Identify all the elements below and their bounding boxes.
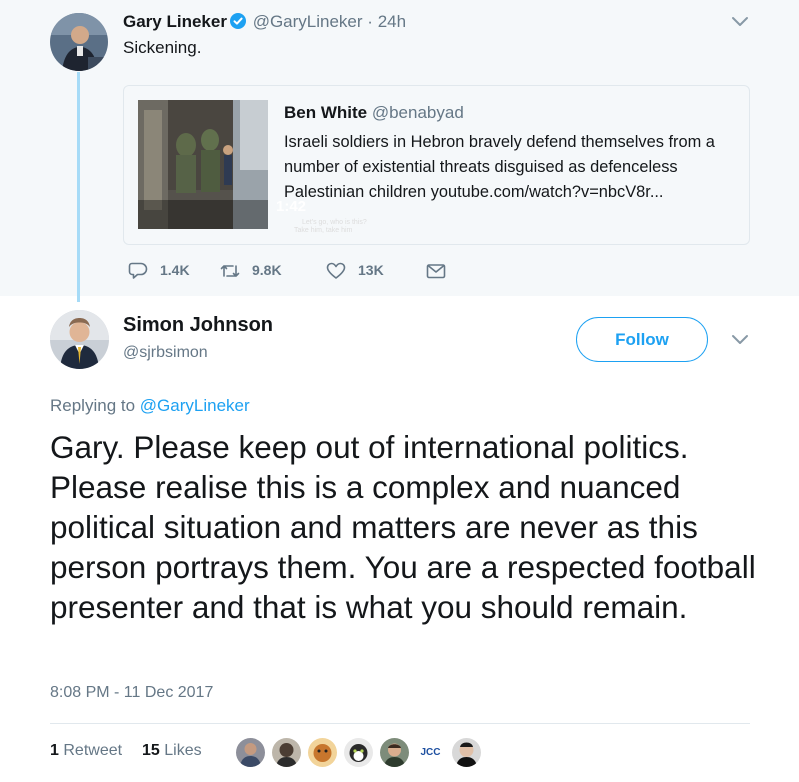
- verified-badge-icon: [229, 13, 246, 29]
- retweet-count: 9.8K: [252, 262, 282, 278]
- like-count: 13K: [358, 262, 384, 278]
- replying-to-line: Replying to @GaryLineker: [50, 396, 250, 416]
- liker-avatar[interactable]: [344, 738, 373, 767]
- liker-badge-text: JCC: [420, 747, 441, 758]
- like-stat-label: Likes: [164, 742, 202, 759]
- quoted-author-handle: @benabyad: [371, 103, 464, 122]
- retweets-stat[interactable]: 1 Retweet: [50, 742, 122, 759]
- main-author-avatar[interactable]: [50, 310, 109, 369]
- liker-avatar[interactable]: [380, 738, 409, 767]
- header-separator: ·: [367, 12, 373, 31]
- liker-avatar[interactable]: [236, 738, 265, 767]
- liker-avatar[interactable]: [452, 738, 481, 767]
- replying-prefix: Replying to: [50, 396, 136, 415]
- thread-connector-line: [77, 72, 80, 302]
- tweet-stats: 1 Retweet 15 Likes: [50, 742, 202, 760]
- parent-author-name[interactable]: Gary Lineker: [123, 12, 227, 31]
- like-stat-count: 15: [142, 742, 160, 759]
- quoted-tweet-card[interactable]: 1:42 Let's go, who is this? Take him, ta…: [123, 85, 750, 245]
- retweet-stat-label: Retweet: [63, 742, 123, 759]
- parent-author-avatar[interactable]: [50, 13, 108, 71]
- direct-message-icon: [426, 264, 446, 279]
- quoted-video-thumbnail[interactable]: [138, 100, 268, 229]
- chevron-down-icon[interactable]: [731, 334, 749, 346]
- retweet-stat-count: 1: [50, 742, 59, 759]
- parent-author-handle[interactable]: @GaryLineker: [253, 12, 363, 31]
- liker-avatar[interactable]: [308, 738, 337, 767]
- video-subtitle-line1: Let's go, who is this?: [302, 219, 367, 226]
- parent-tweet-text: Sickening.: [123, 38, 202, 57]
- liker-avatar-jcc[interactable]: JCC: [416, 738, 445, 767]
- stats-divider: [50, 723, 750, 724]
- reply-icon: [128, 262, 148, 279]
- reply-count: 1.4K: [160, 262, 190, 278]
- retweet-icon: [220, 265, 240, 277]
- heart-icon: [326, 262, 346, 279]
- tweet-timestamp[interactable]: 8:08 PM - 11 Dec 2017: [50, 684, 213, 702]
- video-subtitle-line2: Take him, take him: [294, 227, 353, 234]
- likes-stat[interactable]: 15 Likes: [142, 742, 202, 760]
- parent-tweet[interactable]: Gary Lineker @GaryLineker · 24h Sickenin…: [0, 0, 799, 302]
- parent-tweet-time[interactable]: 24h: [378, 12, 406, 31]
- main-author-handle[interactable]: @sjrbsimon: [123, 344, 208, 362]
- liker-avatar[interactable]: [272, 738, 301, 767]
- quoted-author-name: Ben White: [284, 103, 368, 122]
- liker-avatars: JCC: [236, 738, 486, 768]
- main-tweet-text: Gary. Please keep out of international p…: [50, 429, 756, 625]
- follow-button[interactable]: Follow: [576, 317, 708, 362]
- parent-tweet-header: Gary Lineker @GaryLineker · 24h: [123, 12, 406, 32]
- chevron-down-icon[interactable]: [731, 16, 749, 28]
- quoted-tweet-text: Israeli soldiers in Hebron bravely defen…: [284, 133, 715, 201]
- replying-to-link[interactable]: @GaryLineker: [140, 396, 250, 415]
- quoted-author[interactable]: Ben White @benabyad: [284, 103, 464, 123]
- main-author-name[interactable]: Simon Johnson: [123, 314, 273, 337]
